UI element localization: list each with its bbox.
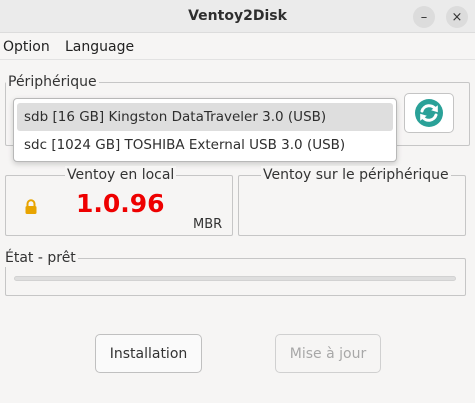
menu-bar: Option Language	[0, 34, 475, 60]
lock-icon	[24, 199, 38, 219]
device-ventoy-group: Ventoy sur le périphérique	[238, 166, 466, 236]
device-option-sdc[interactable]: sdc [1024 GB] TOSHIBA External USB 3.0 (…	[17, 131, 393, 159]
close-button[interactable]: ×	[446, 6, 468, 28]
refresh-button[interactable]	[404, 93, 454, 133]
device-dropdown[interactable]: sdb [16 GB] Kingston DataTraveler 3.0 (U…	[13, 98, 397, 162]
minimize-icon: –	[420, 9, 428, 25]
device-ventoy-label: Ventoy sur le périphérique	[261, 166, 451, 184]
install-button[interactable]: Installation	[95, 334, 202, 373]
window-title: Ventoy2Disk	[188, 8, 287, 24]
refresh-icon	[415, 99, 443, 127]
update-button[interactable]: Mise à jour	[275, 334, 381, 373]
progress-bar	[14, 276, 456, 281]
partition-style: MBR	[193, 217, 223, 232]
title-bar: Ventoy2Disk – ×	[0, 0, 475, 33]
menu-language[interactable]: Language	[65, 39, 134, 55]
menu-option[interactable]: Option	[3, 39, 50, 55]
minimize-button[interactable]: –	[413, 6, 435, 28]
device-group-label: Périphérique	[6, 73, 99, 91]
local-version: 1.0.96	[76, 189, 165, 218]
local-ventoy-label: Ventoy en local	[65, 166, 177, 184]
device-option-sdb[interactable]: sdb [16 GB] Kingston DataTraveler 3.0 (U…	[17, 103, 393, 131]
close-icon: ×	[451, 9, 463, 25]
status-label: État - prêt	[3, 249, 78, 267]
